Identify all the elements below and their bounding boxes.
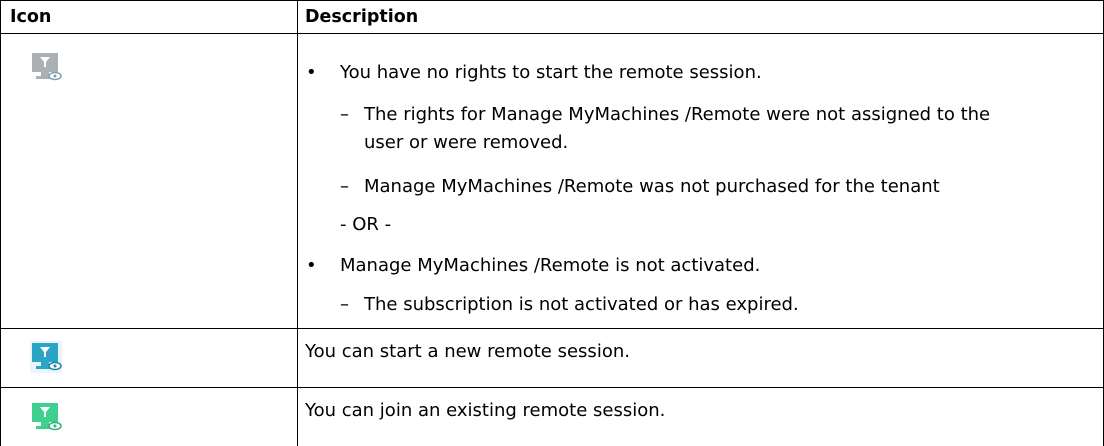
bullet-marker: • [306,62,317,83]
dash-marker: – [340,294,349,315]
table-row-divider [0,328,1104,329]
header-icon: Icon [10,7,52,27]
table-border-top [0,0,1104,1]
description-line: user or were removed. [364,132,569,153]
description-line: The subscription is not activated or has… [364,294,799,315]
description-text: You can start a new remote session. [305,341,630,362]
description-text: You can join an existing remote session. [305,400,666,421]
table-header-divider [0,33,1104,34]
description-line: Manage MyMachines /Remote is not activat… [340,255,761,276]
header-description: Description [305,7,419,27]
dash-marker: – [340,176,349,197]
remote-session-start-icon [30,341,62,373]
table-column-divider [297,0,298,446]
remote-session-unavailable-icon [32,53,62,81]
description-line: You have no rights to start the remote s… [340,62,762,83]
icon-description-table: Icon Description • You have no rights to… [0,0,1104,446]
description-line: Manage MyMachines /Remote was not purcha… [364,176,940,197]
bullet-marker: • [306,255,317,276]
dash-marker: – [340,104,349,125]
remote-session-join-icon [32,403,62,431]
description-line: The rights for Manage MyMachines /Remote… [364,104,991,125]
table-row-divider [0,387,1104,388]
table-border-left [0,0,1,446]
or-separator: - OR - [340,214,392,235]
